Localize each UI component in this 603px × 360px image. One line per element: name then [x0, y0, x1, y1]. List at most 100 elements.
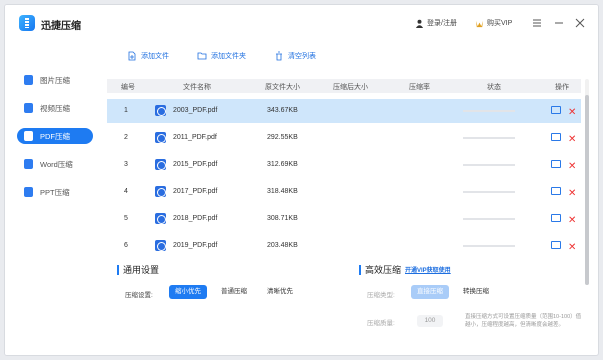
progress-bar: [463, 164, 515, 166]
row-size: 292.55KB: [267, 134, 298, 141]
row-filename: 2015_PDF.pdf: [173, 161, 218, 168]
vip-crown-icon: [475, 20, 484, 27]
sidebar-item-label: 视频压缩: [40, 103, 70, 113]
add-folder-button[interactable]: 添加文件夹: [197, 51, 246, 61]
delete-icon[interactable]: ✕: [568, 242, 576, 253]
option-normal-compress[interactable]: 普通压缩: [215, 285, 253, 299]
toolbar: 添加文件 添加文件夹 清空列表: [127, 51, 316, 61]
buy-vip-button[interactable]: 购买VIP: [475, 18, 512, 28]
quality-hint: 直接压缩方式可设置压缩质量（范围10-100）值越小，压缩程度越高，但清晰度会越…: [465, 314, 582, 328]
table-row[interactable]: 5 2018_PDF.pdf 308.71KB ✕: [107, 207, 581, 231]
pdf-compress-icon: [24, 131, 33, 141]
compress-type-label: 压缩类型:: [367, 292, 395, 299]
advanced-settings-label: 高效压缩: [365, 265, 402, 275]
row-index: 2: [124, 134, 128, 141]
pdf-file-icon: [155, 186, 166, 197]
delete-icon[interactable]: ✕: [568, 188, 576, 199]
col-ratio: 压缩率: [409, 84, 430, 91]
delete-icon[interactable]: ✕: [568, 161, 576, 172]
login-label: 登录/注册: [427, 20, 457, 27]
scrollbar-thumb[interactable]: [585, 95, 589, 285]
menu-icon[interactable]: [532, 18, 542, 28]
row-size: 308.71KB: [267, 215, 298, 222]
sidebar-item-label: PDF压缩: [40, 131, 70, 141]
clear-list-button[interactable]: 清空列表: [274, 51, 316, 61]
row-size: 343.67KB: [267, 107, 298, 114]
sidebar-item-label: PPT压缩: [40, 187, 70, 197]
col-name: 文件名称: [183, 84, 211, 91]
general-settings-title: 通用设置: [117, 263, 159, 276]
row-index: 1: [124, 107, 128, 114]
sidebar-item-label: Word压缩: [40, 159, 73, 169]
open-folder-icon[interactable]: [551, 214, 561, 222]
pdf-file-icon: [155, 159, 166, 170]
add-folder-icon: [197, 52, 207, 60]
open-folder-icon[interactable]: [551, 106, 561, 114]
option-convert-compress[interactable]: 转换压缩: [457, 285, 495, 299]
row-index: 5: [124, 215, 128, 222]
advanced-settings-title: 高效压缩 开通VIP获取使用: [359, 263, 451, 276]
scrollbar[interactable]: [585, 79, 589, 285]
row-index: 6: [124, 242, 128, 249]
sidebar: 图片压缩 视频压缩 PDF压缩 Word压缩 PPT压缩: [5, 41, 101, 355]
sidebar-item-word[interactable]: Word压缩: [17, 156, 93, 172]
open-folder-icon[interactable]: [551, 160, 561, 168]
option-size-priority[interactable]: 缩小优先: [169, 285, 207, 299]
title-bar: 迅捷压缩 登录/注册 购买VIP: [5, 5, 598, 41]
close-icon[interactable]: [575, 18, 585, 28]
delete-icon[interactable]: ✕: [568, 134, 576, 145]
add-file-label: 添加文件: [141, 53, 169, 60]
image-compress-icon: [24, 75, 33, 85]
open-folder-icon[interactable]: [551, 187, 561, 195]
open-folder-icon[interactable]: [551, 133, 561, 141]
option-direct-compress[interactable]: 直接压缩: [411, 285, 449, 299]
option-clarity-priority[interactable]: 清晰优先: [261, 285, 299, 299]
table-row[interactable]: 1 2003_PDF.pdf 343.67KB ✕: [107, 99, 581, 123]
minimize-icon[interactable]: [554, 18, 564, 28]
pdf-file-icon: [155, 105, 166, 116]
add-folder-label: 添加文件夹: [211, 53, 246, 60]
sidebar-item-video[interactable]: 视频压缩: [17, 100, 93, 116]
vip-label: 购买VIP: [487, 20, 513, 27]
delete-icon[interactable]: ✕: [568, 107, 576, 118]
add-file-icon: [128, 51, 136, 61]
row-filename: 2003_PDF.pdf: [173, 107, 218, 114]
col-index: 编号: [121, 84, 135, 91]
word-compress-icon: [24, 159, 33, 169]
add-file-button[interactable]: 添加文件: [127, 51, 169, 61]
open-vip-link[interactable]: 开通VIP获取使用: [405, 265, 451, 274]
table-row[interactable]: 2 2011_PDF.pdf 292.55KB ✕: [107, 126, 581, 150]
row-index: 3: [124, 161, 128, 168]
video-compress-icon: [24, 103, 33, 113]
progress-bar: [463, 218, 515, 220]
progress-bar: [463, 245, 515, 247]
open-folder-icon[interactable]: [551, 241, 561, 249]
progress-bar: [463, 191, 515, 193]
delete-icon[interactable]: ✕: [568, 215, 576, 226]
pdf-file-icon: [155, 240, 166, 251]
clear-list-label: 清空列表: [288, 53, 316, 60]
col-orig-size: 原文件大小: [265, 84, 300, 91]
user-icon: [415, 19, 424, 28]
sidebar-item-ppt[interactable]: PPT压缩: [17, 184, 93, 200]
sidebar-item-pdf[interactable]: PDF压缩: [17, 128, 93, 144]
pdf-file-icon: [155, 213, 166, 224]
row-filename: 2011_PDF.pdf: [173, 134, 217, 141]
table-row[interactable]: 4 2017_PDF.pdf 318.48KB ✕: [107, 180, 581, 204]
section-accent-bar: [117, 264, 119, 275]
quality-input[interactable]: 100: [417, 315, 443, 327]
sidebar-item-image[interactable]: 图片压缩: [17, 72, 93, 88]
app-window: 迅捷压缩 登录/注册 购买VIP 图片压缩 视频压缩 PDF压缩 Word压缩: [4, 4, 599, 356]
row-size: 312.69KB: [267, 161, 298, 168]
table-row[interactable]: 3 2015_PDF.pdf 312.69KB ✕: [107, 153, 581, 177]
table-row[interactable]: 6 2019_PDF.pdf 203.48KB ✕: [107, 234, 581, 258]
login-button[interactable]: 登录/注册: [415, 18, 457, 28]
app-logo-icon: [19, 15, 35, 31]
table-header: 编号 文件名称 原文件大小 压缩后大小 压缩率 状态 操作: [107, 79, 581, 93]
ppt-compress-icon: [24, 187, 33, 197]
row-size: 203.48KB: [267, 242, 298, 249]
col-status: 状态: [487, 84, 501, 91]
section-accent-bar: [359, 264, 361, 275]
row-filename: 2017_PDF.pdf: [173, 188, 218, 195]
sidebar-item-label: 图片压缩: [40, 75, 70, 85]
